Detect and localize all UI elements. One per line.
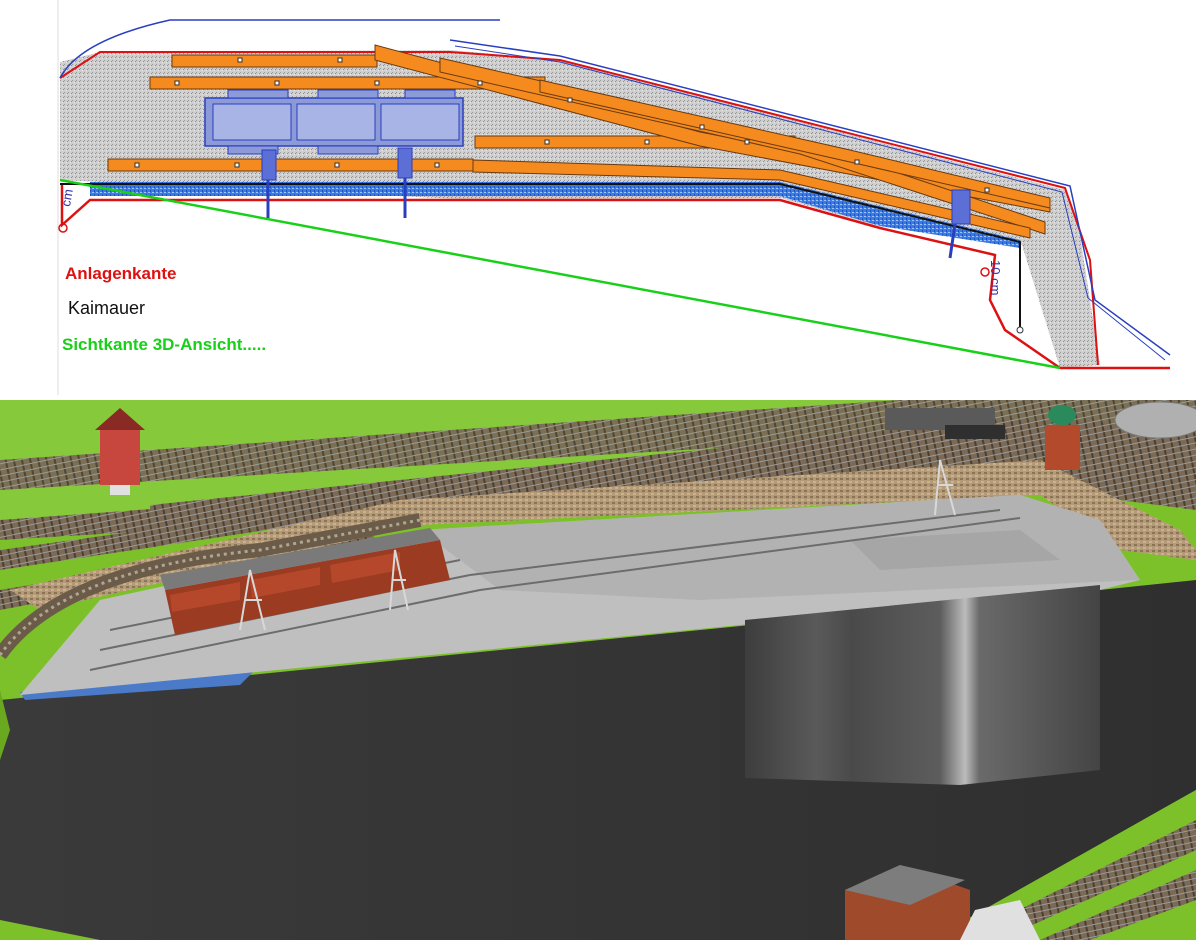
legend-view-edge: Sichtkante 3D-Ansicht..... (62, 335, 267, 354)
water-tower (1045, 405, 1080, 470)
turntable (1114, 401, 1196, 439)
legend-edge: Anlagenkante (65, 264, 177, 283)
track-plan-2d: cm 10 cm Anlagenkante Kaimauer Sichtkant… (0, 0, 1196, 400)
legend-quay-wall: Kaimauer (68, 298, 146, 318)
view3d-canvas (0, 400, 1196, 940)
view-3d (0, 400, 1196, 940)
warehouse-plan (204, 89, 464, 155)
measure-left: cm (58, 187, 76, 208)
measure-right: 10 cm (988, 260, 1003, 296)
quay-wall-face (745, 585, 1100, 785)
